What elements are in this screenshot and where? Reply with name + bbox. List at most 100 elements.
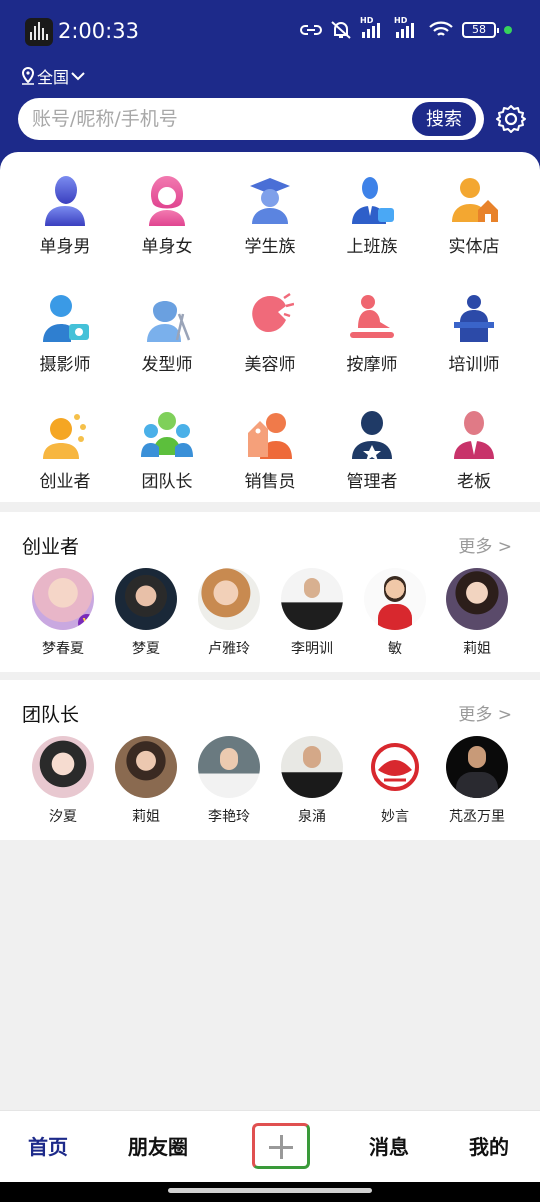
avatar [198,736,260,798]
person-card[interactable]: V 梦春夏 [22,568,104,658]
person-card[interactable]: 妙言 [354,736,436,826]
student-icon [250,178,290,224]
person-name: 妙言 [381,809,409,825]
category-single-man[interactable]: 单身男 [15,174,115,274]
more-link[interactable]: 更多 > [458,532,512,557]
category-hairstylist[interactable]: 发型师 [117,292,217,392]
avatar [364,736,426,798]
category-student[interactable]: 学生族 [220,174,320,274]
nav-messages[interactable]: 消息 [369,1131,409,1160]
avatar [198,568,260,630]
category-salesperson[interactable]: 销售员 [220,409,320,509]
wifi-icon [429,21,453,36]
person-card[interactable]: 敏 [354,568,436,658]
category-single-woman[interactable]: 单身女 [117,174,217,274]
nav-home[interactable]: 首页 [28,1131,68,1160]
category-label: 摄影师 [39,355,91,375]
location-label: 全国 [37,68,70,87]
avatar [281,736,343,798]
person-name: 莉姐 [463,641,491,657]
category-label: 按摩师 [346,355,398,375]
category-label: 学生族 [244,237,296,257]
battery-indicator: 58 [462,22,499,38]
plus-icon[interactable] [252,1123,310,1169]
category-beautician[interactable]: 美容师 [220,292,320,392]
person-card[interactable]: 梦夏 [105,568,187,658]
category-label: 实体店 [448,237,500,257]
team-leader-icon [141,412,193,457]
category-label: 团队长 [141,472,193,492]
category-grid: 单身男 单身女 学生族 上班族 实体店 摄影师 发型师 美容师 按摩师 培训师 … [0,152,540,502]
nav-moments[interactable]: 朋友圈 [128,1131,188,1160]
search-input[interactable] [32,98,412,140]
person-name: 汐夏 [49,809,77,825]
vip-badge-icon: V [78,614,94,630]
category-label: 发型师 [141,355,193,375]
status-time: 2:00:33 [58,19,139,43]
gear-icon[interactable] [495,103,527,135]
office-worker-icon [352,177,394,224]
single-woman-icon [149,176,185,226]
category-office-worker[interactable]: 上班族 [322,174,422,274]
category-masseur[interactable]: 按摩师 [322,292,422,392]
beautician-icon [252,292,294,332]
person-card[interactable]: 卢雅玲 [188,568,270,658]
link-icon [300,25,322,35]
avatar [446,568,508,630]
avatar [115,736,177,798]
entrepreneur-section: 创业者 更多 > V 梦春夏 梦夏 卢雅玲 李明训 敏 莉姐 [0,512,540,672]
person-name: 敏 [388,641,402,657]
bottom-navigation: 首页 朋友圈 消息 我的 [0,1110,540,1182]
search-button[interactable]: 搜索 [412,102,476,136]
avatar [446,736,508,798]
category-label: 创业者 [39,472,91,492]
hairstylist-icon [147,301,191,342]
category-photographer[interactable]: 摄影师 [15,292,115,392]
person-name: 卢雅玲 [208,641,250,657]
person-card[interactable]: 李艳玲 [188,736,270,826]
category-trainer[interactable]: 培训师 [424,292,524,392]
person-card[interactable]: 芃丞万里 [436,736,518,826]
category-label: 管理者 [346,472,398,492]
category-label: 美容师 [244,355,296,375]
category-label: 单身男 [39,237,91,257]
person-card[interactable]: 莉姐 [436,568,518,658]
mute-bell-icon [331,21,351,39]
photographer-icon [43,295,89,342]
avatar [364,568,426,630]
gesture-bar-area [0,1182,540,1202]
section-title: 创业者 [22,536,80,558]
category-team-leader[interactable]: 团队长 [117,409,217,509]
store-icon [452,178,498,222]
avatar [281,568,343,630]
person-name: 李明训 [291,641,333,657]
search-bar: 搜索 [18,98,484,140]
category-manager[interactable]: 管理者 [322,409,422,509]
manager-icon [352,411,392,461]
category-label: 老板 [457,472,491,492]
logo-icon [371,743,419,791]
location-selector[interactable]: 全国 [21,64,85,88]
avatar [32,736,94,798]
person-name: 梦夏 [132,641,160,657]
chevron-down-icon [71,72,85,81]
person-card[interactable]: 汐夏 [22,736,104,826]
person-card[interactable]: 李明训 [271,568,353,658]
signal-icon-2: HD [394,16,420,40]
team-leader-section: 团队长 更多 > 汐夏 莉姐 李艳玲 泉涌 妙言 芃丞万里 [0,680,540,840]
category-entrepreneur[interactable]: 创业者 [15,409,115,509]
trainer-icon [454,295,494,342]
single-man-icon [45,176,85,226]
person-card[interactable]: 莉姐 [105,736,187,826]
category-boss[interactable]: 老板 [424,409,524,509]
person-card[interactable]: 泉涌 [271,736,353,826]
person-name: 莉姐 [132,809,160,825]
nav-me[interactable]: 我的 [469,1131,509,1160]
masseur-icon [350,295,394,338]
person-name: 李艳玲 [208,809,250,825]
boss-icon [454,411,494,459]
person-name: 梦春夏 [42,641,84,657]
more-link[interactable]: 更多 > [458,700,512,725]
category-store[interactable]: 实体店 [424,174,524,274]
home-indicator[interactable] [168,1188,372,1193]
